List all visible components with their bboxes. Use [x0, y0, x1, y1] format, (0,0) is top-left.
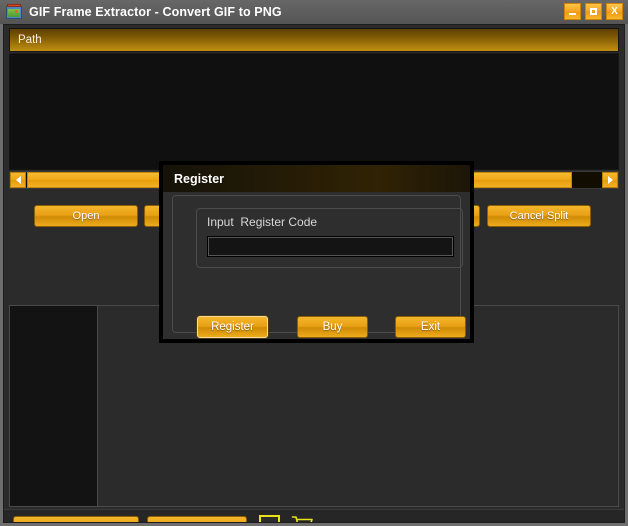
frame-list-panel[interactable] [9, 305, 98, 507]
client-area: Path Open Cancel Split Register Input Re… [3, 24, 625, 523]
close-button[interactable]: X [606, 3, 623, 20]
register-dialog: Register Input Register Code Register Bu… [160, 162, 473, 342]
cancel-split-button[interactable]: Cancel Split [487, 205, 591, 227]
close-icon: X [611, 5, 618, 17]
exit-button-label: Exit [420, 321, 441, 333]
minimize-button[interactable] [564, 3, 581, 20]
save-all-frames-label: Save All Frames [157, 521, 237, 522]
window-title: GIF Frame Extractor - Convert GIF to PNG [29, 5, 282, 19]
picture-frame-icon [6, 4, 22, 20]
shopping-cart-icon[interactable] [291, 515, 315, 522]
open-button-label: Open [72, 210, 100, 222]
cancel-split-button-label: Cancel Split [509, 210, 569, 222]
window-controls: X [564, 3, 623, 20]
buy-button[interactable]: Buy [297, 316, 368, 338]
scroll-right-arrow-icon[interactable] [602, 172, 618, 188]
dialog-inner-frame: Input Register Code Register Buy Exit [172, 195, 466, 338]
gif-preview-area[interactable] [9, 53, 619, 170]
path-bar[interactable]: Path [9, 28, 619, 52]
register-code-input[interactable] [207, 236, 454, 257]
minimize-icon [569, 13, 576, 15]
register-submit-button[interactable]: Register [197, 316, 268, 338]
scroll-left-arrow-icon[interactable] [10, 172, 26, 188]
title-bar[interactable]: GIF Frame Extractor - Convert GIF to PNG… [0, 0, 628, 24]
register-submit-label: Register [211, 321, 254, 333]
dialog-title: Register [174, 171, 225, 186]
open-button[interactable]: Open [34, 205, 138, 227]
chevron-down-icon[interactable] [259, 515, 280, 522]
path-label: Path [18, 34, 42, 46]
maximize-button[interactable] [585, 3, 602, 20]
shopping-cart-glyph [291, 516, 313, 522]
save-all-frames-button[interactable]: Save All Frames [147, 516, 247, 522]
maximize-icon [590, 8, 597, 15]
register-code-groupbox: Input Register Code [196, 208, 463, 268]
save-selected-frames-label: Save Selected Frames [20, 521, 131, 522]
exit-button[interactable]: Exit [395, 316, 466, 338]
dialog-body: Input Register Code Register Buy Exit [163, 192, 470, 339]
save-selected-frames-button[interactable]: Save Selected Frames [13, 516, 139, 522]
dialog-title-bar[interactable]: Register [163, 165, 470, 192]
register-code-label: Input Register Code [207, 215, 318, 229]
application-window: GIF Frame Extractor - Convert GIF to PNG… [0, 0, 628, 526]
buy-button-label: Buy [322, 321, 343, 333]
